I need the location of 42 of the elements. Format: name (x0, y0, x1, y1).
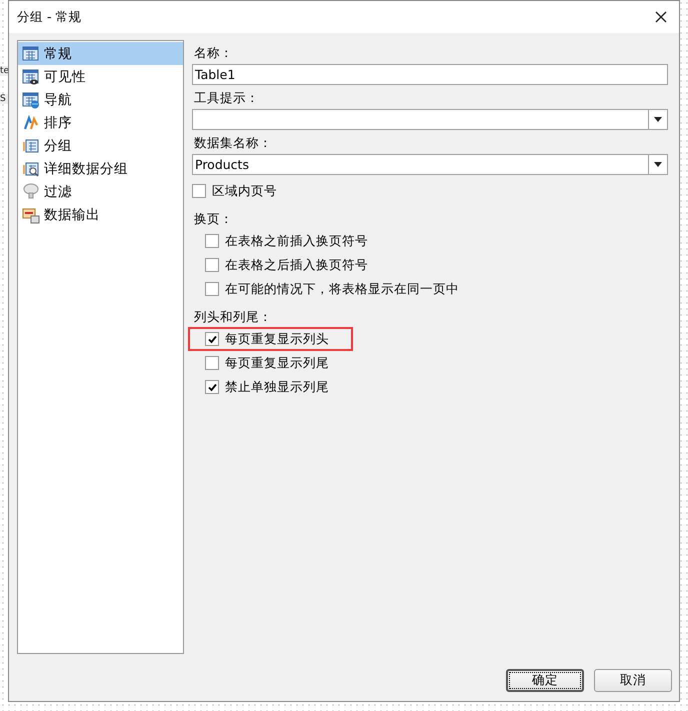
checkbox-option[interactable]: 区域内页号 (192, 179, 277, 203)
dialog-button[interactable]: 确定 (506, 669, 584, 692)
checkbox[interactable] (205, 380, 219, 394)
checkbox[interactable] (192, 184, 206, 198)
dialog-button[interactable]: 取消 (594, 669, 672, 692)
section-heading: 列头和列尾： (194, 309, 273, 325)
dropdown-icon[interactable] (654, 117, 662, 122)
name-field[interactable]: Table1 (192, 64, 668, 85)
category-item[interactable]: 分组 (18, 134, 183, 157)
table-icon (22, 160, 40, 178)
table-icon (22, 68, 40, 86)
sort-icon (22, 114, 40, 132)
combo-box[interactable]: Products (192, 154, 668, 175)
table-icon (22, 90, 40, 108)
checkbox[interactable] (205, 332, 219, 346)
table-icon (22, 44, 40, 62)
checkbox-option[interactable]: 在表格之前插入换页符号 (188, 229, 378, 253)
category-item[interactable]: 可见性 (18, 65, 183, 88)
checkbox[interactable] (205, 234, 219, 248)
field-label: 数据集名称： (194, 135, 273, 151)
category-item[interactable]: 排序 (18, 111, 183, 134)
field-label: 名称： (194, 45, 234, 61)
checkbox[interactable] (205, 258, 219, 272)
window-title: 分组 - 常规 (17, 8, 82, 26)
checkbox-option[interactable]: 每页重复显示列尾 (188, 351, 339, 375)
category-item[interactable]: 过滤 (18, 180, 183, 203)
checkbox[interactable] (205, 356, 219, 370)
category-item[interactable]: 常规 (18, 42, 183, 65)
field-label: 工具提示： (194, 90, 260, 106)
checkbox-option[interactable]: 每页重复显示列头 (188, 327, 353, 351)
checkbox-option[interactable]: 禁止单独显示列尾 (188, 375, 339, 399)
dropdown-icon[interactable] (654, 162, 662, 167)
checkbox-option[interactable]: 在表格之后插入换页符号 (188, 253, 378, 277)
category-item[interactable]: 导航 (18, 88, 183, 111)
export-icon (22, 206, 40, 224)
category-item[interactable]: 详细数据分组 (18, 157, 183, 180)
checkbox-option[interactable]: 在可能的情况下，将表格显示在同一页中 (188, 277, 469, 301)
table-icon (22, 136, 40, 154)
category-item[interactable]: 数据输出 (18, 203, 183, 226)
close-icon[interactable] (655, 11, 667, 23)
checkbox[interactable] (205, 282, 219, 296)
section-heading: 换页： (194, 211, 234, 227)
